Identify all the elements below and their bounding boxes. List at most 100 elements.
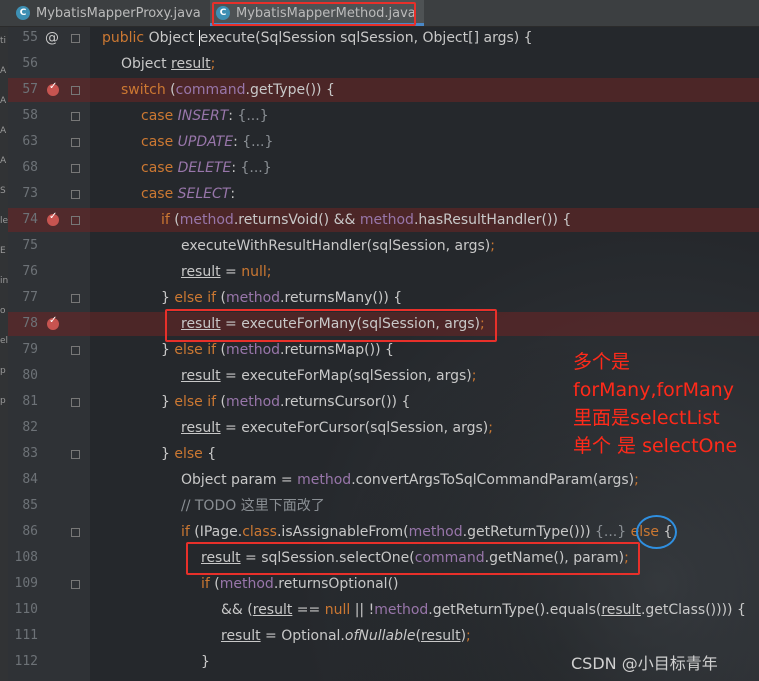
code-line[interactable]: result = null; (181, 259, 272, 285)
fold-toggle-icon[interactable] (71, 580, 80, 589)
breakpoint-icon[interactable] (47, 211, 59, 226)
line-number: 81 (22, 394, 38, 409)
fold-toggle-icon[interactable] (71, 34, 80, 43)
code-line[interactable]: } else if (method.returnsCursor()) { (161, 389, 410, 415)
code-token: .returnsOptional() (273, 576, 399, 592)
code-token: method (359, 212, 414, 228)
code-token: INSERT (177, 108, 229, 124)
code-token: executeWithResultHandler(sqlSession, arg… (181, 238, 491, 254)
line-number: 76 (22, 264, 38, 279)
code-token: } (161, 446, 175, 462)
code-token: {...} (240, 160, 272, 176)
code-line[interactable]: result = Optional.ofNullable(result); (221, 623, 471, 649)
code-line[interactable]: public Object execute(SqlSession sqlSess… (102, 25, 533, 51)
code-line[interactable]: Object result; (121, 51, 215, 77)
code-line[interactable]: } (201, 649, 210, 675)
code-token: ofNullable (344, 628, 416, 644)
code-token: : (233, 134, 243, 150)
code-line[interactable]: switch (command.getType()) { (121, 77, 335, 103)
fold-toggle-icon[interactable] (71, 216, 80, 225)
line-number: 56 (22, 56, 38, 71)
code-token: .getReturnType())) (462, 524, 595, 540)
line-number: 86 (22, 524, 38, 539)
code-token: = (220, 264, 242, 280)
line-number: 112 (14, 654, 38, 669)
annotation-line: 单个 是 selectOne (573, 435, 738, 457)
select-one-highlight-box (186, 542, 640, 575)
project-panel-fragment: A (0, 66, 7, 76)
code-token: .getClass()))) { (640, 602, 746, 618)
fold-toggle-icon[interactable] (71, 138, 80, 147)
fold-toggle-icon[interactable] (71, 346, 80, 355)
line-number: 82 (22, 420, 38, 435)
project-panel-fragment: le (0, 216, 8, 226)
code-token: } (161, 394, 175, 410)
code-token: .returnsVoid() && (233, 212, 360, 228)
code-line[interactable]: result = executeForMap(sqlSession, args)… (181, 363, 476, 389)
breakpoint-icon[interactable] (47, 81, 59, 96)
fold-toggle-icon[interactable] (71, 164, 80, 173)
code-token: method (374, 602, 429, 618)
code-token: method (179, 212, 234, 228)
fold-toggle-icon[interactable] (71, 450, 80, 459)
code-line[interactable]: if (method.returnsVoid() && method.hasRe… (161, 207, 571, 233)
fold-toggle-icon[interactable] (71, 294, 80, 303)
code-token: method (225, 290, 281, 306)
code-token: switch (121, 82, 171, 98)
fold-toggle-icon[interactable] (71, 112, 80, 121)
code-token: {...} (237, 108, 269, 124)
code-line[interactable]: && (result == null || !method.getReturnT… (221, 597, 746, 623)
code-token: { (207, 446, 217, 462)
code-token: UPDATE (177, 134, 234, 150)
line-number: 75 (22, 238, 38, 253)
code-line[interactable]: // TODO 这里下面改了 (181, 493, 325, 519)
active-tab-highlight-box (212, 2, 416, 26)
tab-mybatis-mapper-proxy[interactable]: C MybatisMapperProxy.java (14, 0, 206, 26)
fold-toggle-icon[interactable] (71, 190, 80, 199)
code-token: ; (466, 628, 471, 644)
code-token: } (201, 654, 210, 670)
code-line[interactable]: case DELETE: {...} (141, 155, 272, 181)
fold-toggle-icon[interactable] (71, 528, 80, 537)
code-token: if (201, 576, 215, 592)
line-number: 73 (22, 186, 38, 201)
code-token: result (420, 628, 461, 644)
code-token: method (225, 342, 281, 358)
breakpoint-icon[interactable] (47, 315, 59, 330)
project-panel-fragment: A (0, 96, 7, 106)
code-line[interactable]: case UPDATE: {...} (141, 129, 273, 155)
code-token: .getReturnType().equals( (428, 602, 602, 618)
code-line[interactable]: Object param = method.convertArgsToSqlCo… (181, 467, 639, 493)
code-token: = Optional. (260, 628, 345, 644)
code-line[interactable]: } else if (method.returnsMany()) { (161, 285, 402, 311)
code-token: // TODO 这里下面改了 (181, 498, 325, 514)
annotation-line: forMany,forMany (573, 379, 734, 401)
class-icon: C (16, 6, 30, 20)
code-token: execute (198, 30, 256, 46)
code-token: ; (471, 368, 477, 384)
project-panel-fragment: o (0, 306, 6, 316)
code-token: {...} (242, 134, 274, 150)
project-panel-fragment: in (0, 276, 8, 286)
line-number: 78 (22, 316, 38, 331)
fold-toggle-icon[interactable] (71, 398, 80, 407)
code-line[interactable]: } else { (161, 441, 216, 467)
code-token: ; (488, 420, 493, 436)
code-token: .returnsMap()) { (280, 342, 394, 358)
code-token: method (225, 394, 281, 410)
fold-toggle-icon[interactable] (71, 86, 80, 95)
line-number: 108 (14, 550, 38, 565)
code-token: .hasResultHandler()) { (413, 212, 572, 228)
code-line[interactable]: result = executeForCursor(sqlSession, ar… (181, 415, 493, 441)
line-number: 80 (22, 368, 38, 383)
code-token: ; (490, 238, 495, 254)
code-line[interactable]: case INSERT: {...} (141, 103, 269, 129)
code-token: .isAssignableFrom( (276, 524, 409, 540)
tab-label: MybatisMapperProxy.java (36, 5, 201, 21)
code-token: result (181, 264, 221, 280)
code-token: || ! (350, 602, 375, 618)
override-marker-icon: @ (45, 30, 59, 46)
annotation-note: 多个是 forMany,forMany 里面是selectList 单个 是 sele… (573, 348, 737, 460)
code-line[interactable]: executeWithResultHandler(sqlSession, arg… (181, 233, 495, 259)
code-line[interactable]: case SELECT: (141, 181, 235, 207)
